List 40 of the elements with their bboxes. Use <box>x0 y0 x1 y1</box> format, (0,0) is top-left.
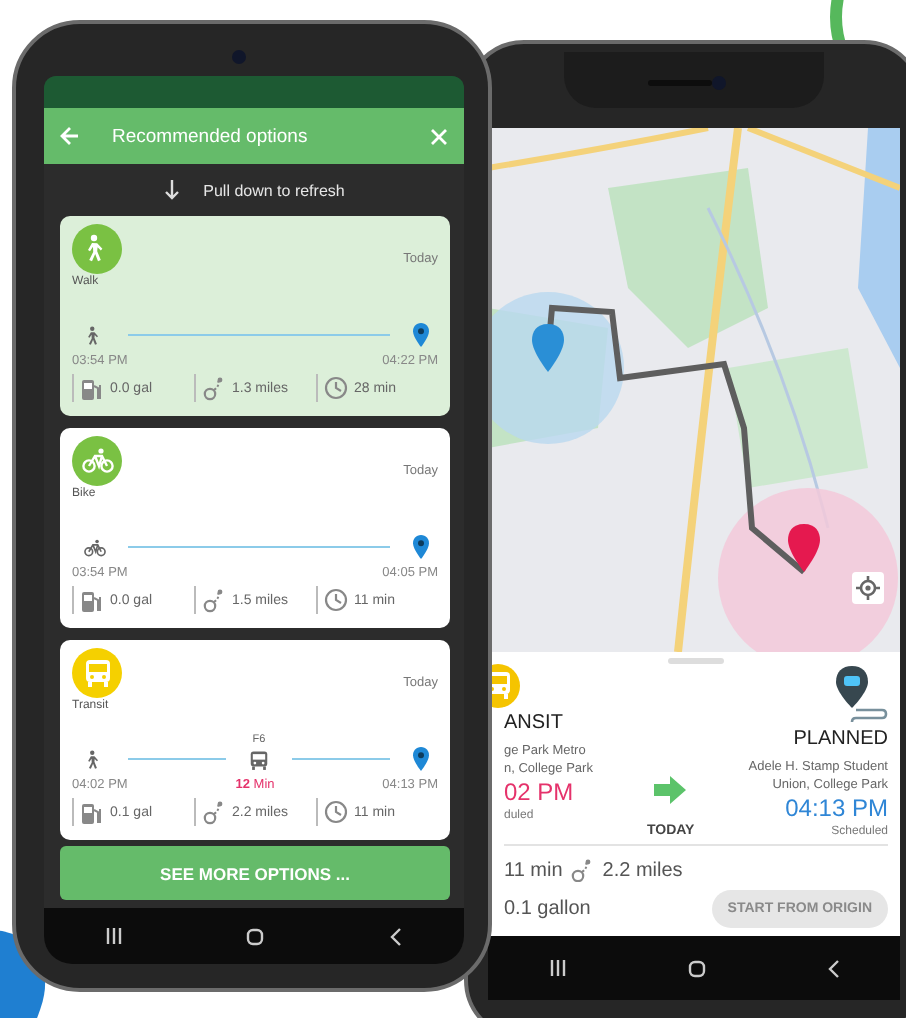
car-pin-icon <box>832 664 888 724</box>
distance-icon <box>202 375 226 401</box>
bicycle-icon <box>84 538 106 560</box>
trip-time: 04:13 PM <box>785 794 888 822</box>
trip-duration: 11 min <box>504 859 563 881</box>
refresh-hint: Pull down to refresh <box>203 181 345 199</box>
distance-icon <box>570 858 595 882</box>
home-icon[interactable] <box>687 959 705 977</box>
recent-apps-icon[interactable] <box>106 928 123 944</box>
bicycle-icon <box>72 436 122 486</box>
location-pin-icon <box>412 322 430 348</box>
location-pin-icon <box>412 534 430 560</box>
trip-distance: 2.2 miles <box>602 859 683 881</box>
fuel-amount: 0.1 gallon <box>504 898 591 920</box>
recent-apps-icon[interactable] <box>549 960 565 976</box>
location-pin-icon <box>412 746 430 772</box>
locate-icon[interactable] <box>852 572 884 604</box>
home-icon[interactable] <box>246 927 265 945</box>
fuel-pump-icon <box>80 375 104 401</box>
trip-time: 02 PM <box>504 778 576 806</box>
trip-mode-label: ANSIT <box>504 712 565 734</box>
route-line <box>128 758 226 760</box>
distance-icon <box>202 799 226 825</box>
fuel-pump-icon <box>80 799 104 825</box>
fuel-pump-icon <box>80 587 104 613</box>
clock-icon <box>324 799 348 825</box>
header-title: Recommended options <box>110 125 310 147</box>
back-icon[interactable] <box>389 927 402 945</box>
distance-icon <box>202 587 226 613</box>
back-icon[interactable] <box>827 959 839 977</box>
drag-handle[interactable] <box>668 658 724 664</box>
walking-person-icon <box>72 224 122 274</box>
route-line <box>292 758 390 760</box>
down-arrow-icon <box>163 180 180 200</box>
trip-mode-label: PLANNED <box>793 728 888 750</box>
bus-icon <box>72 648 122 698</box>
clock-icon <box>324 375 348 401</box>
right-arrow-icon <box>654 776 687 804</box>
clock-icon <box>324 587 348 613</box>
bus-icon <box>248 750 270 772</box>
